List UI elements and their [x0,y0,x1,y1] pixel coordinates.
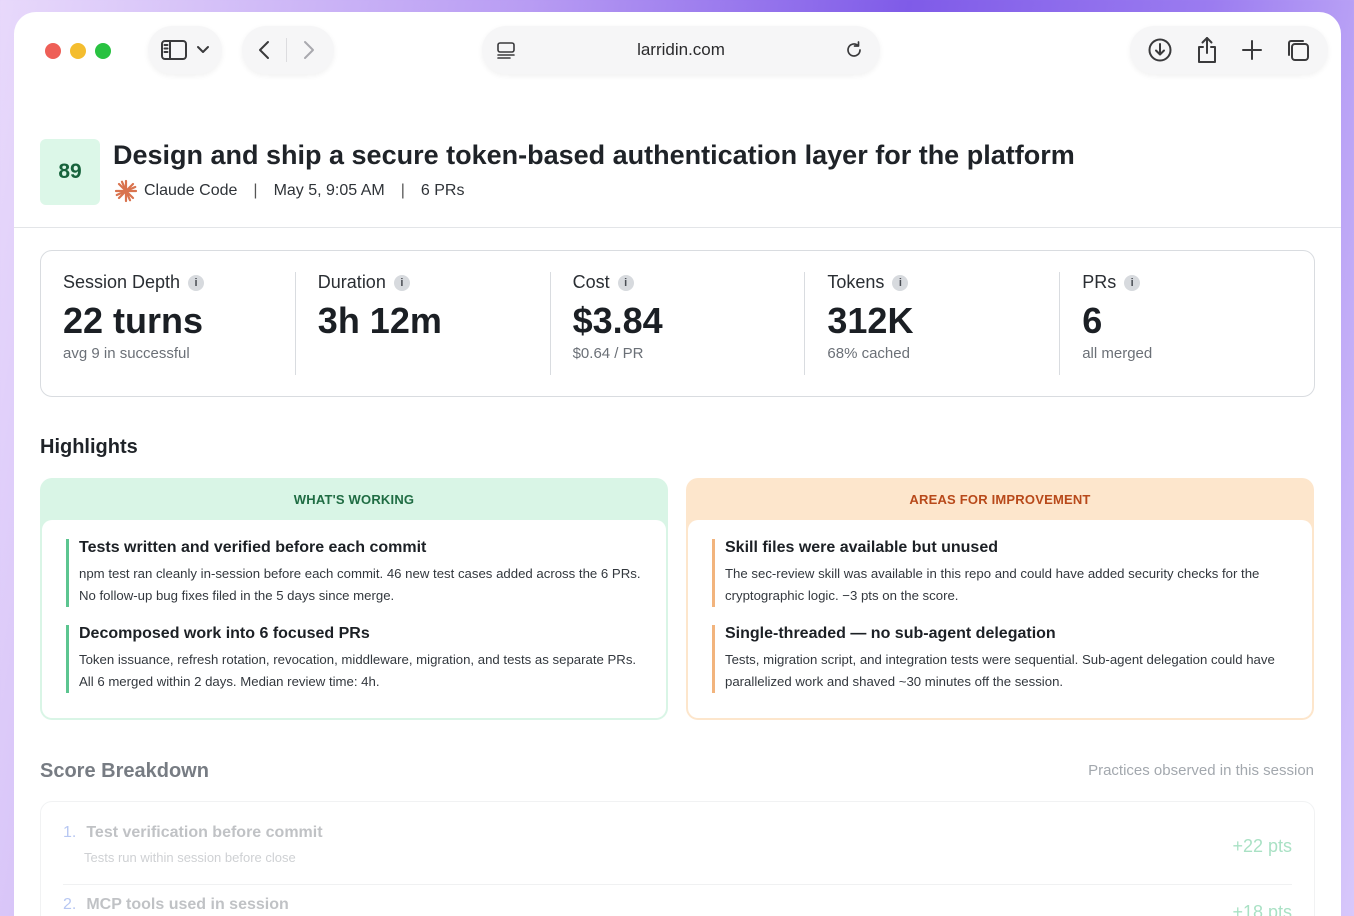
highlights-title: Highlights [40,436,138,458]
areas-for-improvement-card: AREAS FOR IMPROVEMENT Skill files were a… [686,478,1314,720]
info-icon[interactable]: i [892,274,909,291]
score-row[interactable]: 1. Test verification before commit Tests … [63,824,1292,865]
sidebar-toggle-button[interactable] [148,26,222,74]
share-icon[interactable] [1195,36,1219,64]
stat-label: Cost [572,272,610,292]
stat-value: 312K [827,300,914,341]
item-description: Tests, migration script, and integration… [725,652,1275,689]
whats-working-card: WHAT'S WORKING Tests written and verifie… [40,478,668,720]
stat-label: Duration [317,272,386,292]
window-controls [45,43,111,59]
stat-session-depth: Session Depth i 22 turns avg 9 in success… [41,272,295,375]
score-breakdown-note: Practices observed in this session [1088,762,1314,779]
card-body: Tests written and verified before each c… [42,520,666,718]
card-body: Skill files were available but unused Th… [688,520,1312,718]
stat-sub: avg 9 in successful [63,344,190,362]
row-subtitle: Tests run within session before close [84,850,296,865]
highlight-item: Skill files were available but unused Th… [712,539,1288,607]
stats-panel: Session Depth i 22 turns avg 9 in success… [40,250,1315,397]
meta-separator: | [400,182,405,199]
browser-toolbar: larridin.com [14,12,1341,90]
item-description: Token issuance, refresh rotation, revoca… [79,652,637,689]
stat-sub: all merged [1082,344,1153,362]
highlight-item: Tests written and verified before each c… [66,539,642,607]
page-title: Design and ship a secure token-based aut… [113,140,1075,170]
stat-label: PRs [1082,272,1117,292]
info-icon[interactable]: i [1124,274,1141,291]
stat-sub: $0.64 / PR [572,344,644,362]
minimize-window-button[interactable] [70,43,86,59]
toolbar-actions [1130,26,1328,74]
stat-cost: Cost i $3.84 $0.64 / PR [549,272,805,375]
agent-name: Claude Code [144,182,238,199]
download-icon[interactable] [1147,37,1173,63]
stat-tokens: Tokens i 312K 68% cached [804,272,1059,375]
session-header: 89 Design and ship a secure token-based … [14,90,1341,228]
card-heading: AREAS FOR IMPROVEMENT [909,491,1091,507]
item-description: The sec-review skill was available in th… [725,566,1260,603]
claude-logo-icon [114,179,144,203]
row-title: MCP tools used in session [86,896,289,913]
row-title: Test verification before commit [86,824,323,841]
item-title: Single-threaded — no sub-agent delegatio… [725,625,1056,642]
stat-value: $3.84 [572,300,663,341]
meta-separator: | [253,182,258,199]
forward-arrow-icon[interactable] [287,39,331,61]
stat-value: 6 [1082,300,1103,341]
stat-duration: Duration i 3h 12m [294,272,550,375]
reload-icon[interactable] [844,40,864,60]
score-row[interactable]: 2. MCP tools used in session +18 pts [63,896,1292,916]
row-points: +22 pts [1232,836,1292,856]
score-breakdown-title: Score Breakdown [40,760,209,782]
session-meta: Claude Code | May 5, 9:05 AM | 6 PRs [114,179,464,203]
info-icon[interactable]: i [393,274,410,291]
stat-sub: 68% cached [827,344,910,362]
new-tab-icon[interactable] [1241,39,1263,61]
card-heading: WHAT'S WORKING [293,491,415,507]
row-divider [63,884,1292,885]
row-number: 2. [63,896,77,913]
browser-window: larridin.com 89 Design and ship a secure… [14,12,1341,916]
back-arrow-icon[interactable] [242,39,286,61]
item-title: Tests written and verified before each c… [79,539,427,556]
item-description: npm test ran cleanly in-session before e… [79,566,641,603]
pr-count[interactable]: 6 PRs [421,182,465,200]
item-title: Skill files were available but unused [725,539,998,556]
stat-value: 22 turns [63,300,204,341]
address-bar[interactable]: larridin.com [482,26,880,74]
tab-overview-icon[interactable] [1285,37,1311,63]
navigation-buttons [242,26,334,74]
row-points: +18 pts [1232,902,1292,916]
stat-prs: PRs i 6 all merged [1059,272,1314,375]
highlight-item: Decomposed work into 6 focused PRs Token… [66,625,642,693]
highlight-item: Single-threaded — no sub-agent delegatio… [712,625,1288,693]
row-number: 1. [63,824,77,841]
stat-value: 3h 12m [317,300,442,341]
chevron-down-icon [196,45,210,55]
sidebar-icon [160,39,188,61]
close-window-button[interactable] [45,43,61,59]
info-icon[interactable]: i [188,274,205,291]
zoom-window-button[interactable] [95,43,111,59]
stat-label: Tokens [827,272,885,292]
url-text[interactable]: larridin.com [482,40,880,60]
score-badge: 89 [40,139,100,205]
score-breakdown-list: 1. Test verification before commit Tests … [40,801,1315,916]
info-icon[interactable]: i [617,274,634,291]
session-date: May 5, 9:05 AM [273,182,385,199]
item-title: Decomposed work into 6 focused PRs [79,625,370,642]
stat-label: Session Depth [63,272,181,292]
